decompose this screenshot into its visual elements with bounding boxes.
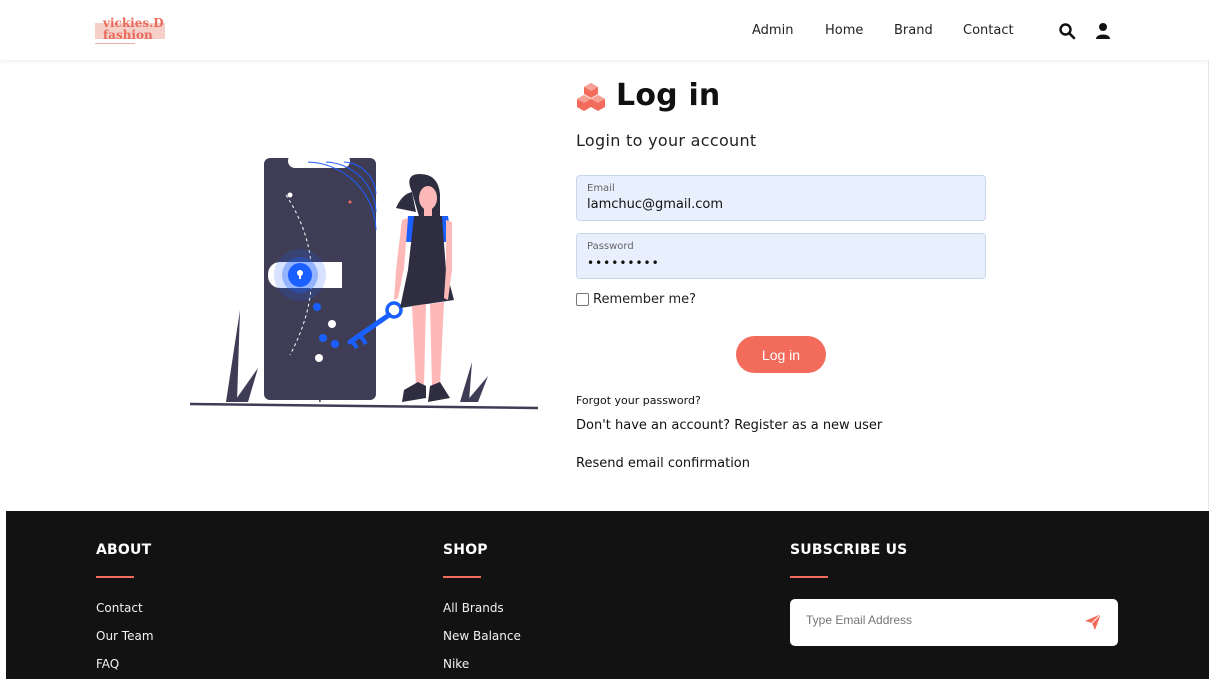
footer-shop: SHOP All Brands New Balance Nike — [443, 542, 521, 679]
footer-link-new-balance[interactable]: New Balance — [443, 626, 521, 654]
footer-link-faq[interactable]: FAQ — [96, 654, 154, 679]
footer-about: ABOUT Contact Our Team FAQ — [96, 542, 154, 679]
site-footer: ABOUT Contact Our Team FAQ SHOP All Bran… — [6, 511, 1209, 679]
register-link[interactable]: Don't have an account? Register as a new… — [576, 418, 882, 433]
footer-link-nike[interactable]: Nike — [443, 654, 521, 679]
forgot-password-link[interactable]: Forgot your password? — [576, 394, 701, 407]
footer-about-heading: ABOUT — [96, 542, 152, 558]
footer-divider — [443, 576, 481, 578]
subscribe-box — [790, 599, 1118, 646]
nav-home[interactable]: Home — [825, 23, 863, 38]
user-icon[interactable] — [1094, 22, 1112, 40]
email-field[interactable]: Email lamchuc@gmail.com — [576, 175, 986, 221]
login-illustration — [190, 154, 539, 410]
email-value[interactable]: lamchuc@gmail.com — [587, 197, 975, 213]
password-field[interactable]: Password ••••••••• — [576, 233, 986, 279]
brand-logo[interactable]: vickies.D fashion — [95, 17, 167, 47]
cubes-icon — [577, 82, 605, 111]
login-subtitle: Login to your account — [576, 131, 757, 150]
remember-checkbox[interactable] — [576, 293, 589, 306]
logo-line-2: fashion — [103, 28, 153, 42]
resend-confirmation-link[interactable]: Resend email confirmation — [576, 456, 750, 471]
footer-divider — [790, 576, 828, 578]
footer-divider — [96, 576, 134, 578]
email-label: Email — [587, 183, 615, 194]
nav-admin[interactable]: Admin — [752, 23, 793, 38]
logo-underline — [95, 43, 135, 44]
footer-shop-heading: SHOP — [443, 542, 488, 558]
nav-brand[interactable]: Brand — [894, 23, 933, 38]
remember-me[interactable]: Remember me? — [576, 292, 696, 307]
password-value[interactable]: ••••••••• — [587, 255, 975, 271]
password-label: Password — [587, 241, 634, 252]
page-title: Log in — [616, 78, 721, 113]
search-icon[interactable] — [1058, 22, 1076, 40]
send-icon[interactable] — [1084, 613, 1102, 631]
site-header: vickies.D fashion Admin Home Brand Conta… — [0, 0, 1209, 60]
footer-link-all-brands[interactable]: All Brands — [443, 598, 521, 626]
subscribe-email-input[interactable] — [806, 613, 1056, 627]
footer-subscribe-heading: SUBSCRIBE US — [790, 542, 908, 558]
nav-contact[interactable]: Contact — [963, 23, 1014, 38]
login-heading: Log in — [576, 78, 721, 113]
footer-link-contact[interactable]: Contact — [96, 598, 154, 626]
footer-subscribe: SUBSCRIBE US — [790, 542, 907, 578]
footer-link-our-team[interactable]: Our Team — [96, 626, 154, 654]
remember-label: Remember me? — [593, 292, 697, 307]
login-button[interactable]: Log in — [736, 336, 826, 373]
